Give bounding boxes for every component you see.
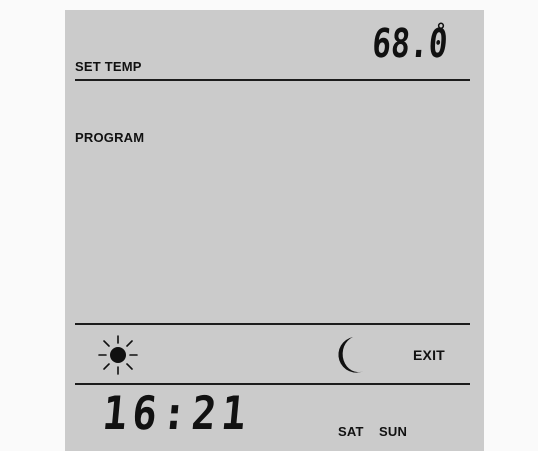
day-sat: SAT (338, 424, 364, 439)
exit-button[interactable]: EXIT (413, 347, 445, 363)
program-label: PROGRAM (75, 130, 145, 145)
day-sun: SUN (379, 424, 408, 439)
thermostat-lcd-screen: SET TEMP 68.0 ° PROGRAM EXIT 16:21 SAT S… (65, 10, 484, 451)
time-value: 16:21 (100, 386, 254, 440)
sun-icon[interactable] (98, 335, 138, 375)
moon-icon[interactable] (333, 335, 367, 375)
bottom-divider (75, 383, 470, 385)
set-temp-label: SET TEMP (75, 59, 142, 74)
top-divider (75, 79, 470, 81)
degree-symbol: ° (437, 20, 445, 42)
time-display: 16:21 (100, 386, 253, 440)
middle-divider (75, 323, 470, 325)
